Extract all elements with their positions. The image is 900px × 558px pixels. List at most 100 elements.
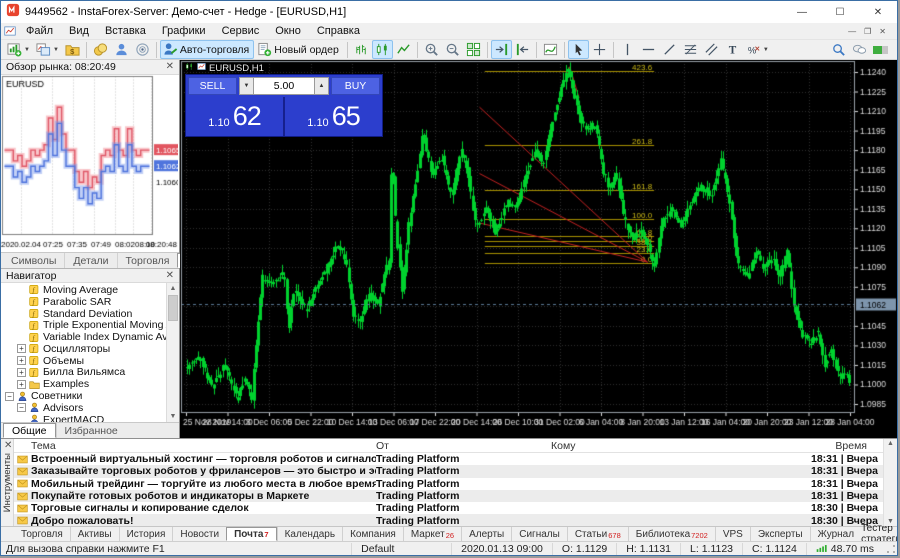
market-watch-tab-1[interactable]: Детали [64, 253, 116, 268]
scroll-up-icon[interactable]: ▲ [884, 440, 897, 447]
equidistant-channel-button[interactable] [701, 40, 722, 59]
navigator-item-1[interactable]: f Parabolic SAR [1, 296, 179, 308]
mdi-close-button[interactable]: ✕ [879, 27, 886, 36]
tree-expander-icon[interactable]: + [17, 356, 26, 366]
mail-column-header-3[interactable]: Время [783, 440, 883, 452]
navigator-scrollbar[interactable]: ▲ ▼ [166, 283, 179, 422]
navigator-item-9[interactable]: − Советники [1, 390, 179, 402]
toolbox-tab-4[interactable]: Почта 7 [226, 527, 277, 541]
navigator-item-0[interactable]: f Moving Average [1, 284, 179, 296]
arrow-objects-button[interactable]: % ▼ [743, 40, 772, 59]
navigator-item-5[interactable]: + f Осцилляторы [1, 343, 179, 355]
toolbox-tab-13[interactable]: Эксперты [749, 527, 810, 541]
navigator-item-10[interactable]: − Advisors [1, 402, 179, 414]
tree-expander-icon[interactable]: + [17, 367, 26, 377]
fibonacci-button[interactable] [680, 40, 701, 59]
toolbox-tab-11[interactable]: Библиотека 7202 [627, 527, 715, 541]
strategy-tester-label[interactable]: Тестер стратегий [861, 523, 897, 545]
resize-grip[interactable] [886, 544, 896, 554]
mail-column-header-0[interactable]: Тема [14, 440, 376, 452]
tree-expander-icon[interactable]: − [17, 403, 26, 413]
mdi-restore-button[interactable]: ❐ [864, 27, 871, 36]
menu-item-4[interactable]: Сервис [214, 24, 268, 38]
text-label-button[interactable]: T [722, 40, 743, 59]
scroll-up-icon[interactable]: ▲ [167, 283, 179, 294]
menu-item-1[interactable]: Вид [61, 24, 97, 38]
bid-price[interactable]: 1.10 62 [186, 97, 283, 136]
ask-price[interactable]: 1.10 65 [285, 97, 382, 136]
zoom-out-button[interactable] [442, 40, 463, 59]
cursor-button[interactable] [567, 40, 589, 59]
signals-button[interactable] [132, 40, 153, 59]
toolbox-tab-5[interactable]: Календарь [276, 527, 342, 541]
navigator-tab-0[interactable]: Общие [3, 423, 56, 438]
sell-button[interactable]: SELL [188, 77, 237, 95]
maximize-button[interactable]: ☐ [821, 1, 859, 23]
mailbox-scrollbar[interactable]: ▲ ▼ [883, 439, 897, 526]
line-chart-button[interactable] [393, 40, 414, 59]
mail-row[interactable]: Торговые сигналы и копирование сделок Tra… [14, 502, 883, 514]
market-watch-button[interactable] [90, 40, 111, 59]
tick-chart[interactable] [1, 75, 178, 252]
navigator-item-11[interactable]: ExpertMACD [1, 414, 179, 422]
volume-input[interactable]: 5.00 [254, 77, 314, 95]
auto-trading-button[interactable]: Авто-торговля [159, 40, 255, 59]
close-icon[interactable]: ✕ [166, 62, 174, 72]
close-button[interactable]: ✕ [859, 1, 897, 23]
toolbox-tab-6[interactable]: Компания [342, 527, 403, 541]
minimize-button[interactable]: — [783, 1, 821, 23]
buy-button[interactable]: BUY [331, 77, 380, 95]
toolbox-tab-0[interactable]: Торговля [14, 527, 70, 541]
toolbox-tab-7[interactable]: Маркет 26 [402, 527, 461, 541]
toolbox-tab-8[interactable]: Алерты [461, 527, 511, 541]
mail-row[interactable]: Заказывайте торговых роботов у фрилансер… [14, 465, 883, 478]
profiles-button[interactable]: ▼ [33, 40, 62, 59]
toolbox-tab-14[interactable]: Журнал [809, 527, 862, 541]
zoom-in-button[interactable] [421, 40, 442, 59]
navigator-item-4[interactable]: fVariable Index Dynamic Average [1, 331, 179, 343]
toolbox-tab-1[interactable]: Активы [69, 527, 119, 541]
status-profile[interactable]: Default [351, 542, 451, 555]
toolbox-tab-3[interactable]: Новости [172, 527, 226, 541]
tree-expander-icon[interactable]: − [5, 391, 14, 401]
mail-row[interactable]: Добро пожаловать! Trading Platform 18:30 |… [14, 514, 883, 526]
close-icon[interactable]: ✕ [4, 441, 12, 451]
trend-line-button[interactable] [659, 40, 680, 59]
mdi-minimize-button[interactable]: — [848, 27, 856, 36]
mail-row[interactable]: Покупайте готовых роботов и индикаторы в… [14, 489, 883, 503]
data-window-button[interactable] [111, 40, 132, 59]
navigator-item-8[interactable]: + Examples [1, 378, 179, 390]
indicators-list-button[interactable] [540, 40, 561, 59]
chart-window-icon[interactable] [4, 25, 16, 37]
candle-chart-button[interactable] [371, 40, 393, 59]
mail-row[interactable]: Мобильный трейдинг — торгуйте из любого … [14, 478, 883, 490]
volume-up-icon[interactable]: ▲ [314, 77, 329, 95]
horizontal-line-button[interactable] [638, 40, 659, 59]
navigator-tab-1[interactable]: Избранное [55, 423, 126, 438]
toolbox-tab-12[interactable]: VPS [714, 527, 750, 541]
shift-end-button[interactable] [490, 40, 512, 59]
close-icon[interactable]: ✕ [166, 270, 174, 281]
tree-expander-icon[interactable]: + [17, 379, 26, 389]
toolbox-tab-9[interactable]: Сигналы [511, 527, 567, 541]
menu-item-2[interactable]: Вставка [97, 24, 154, 38]
market-watch-tab-2[interactable]: Торговля [116, 253, 178, 268]
crosshair-button[interactable] [589, 40, 610, 59]
toolbox-tab-2[interactable]: История [118, 527, 173, 541]
scroll-down-icon[interactable]: ▼ [884, 518, 897, 525]
vertical-line-button[interactable] [617, 40, 638, 59]
new-order-button[interactable]: Новый ордер [254, 40, 344, 59]
chart-area[interactable]: EURUSD,H1 SELL ▼ 5.00 ▲ BUY 1.10 62 1.10… [180, 60, 897, 438]
menu-item-6[interactable]: Справка [309, 24, 368, 38]
mail-column-header-1[interactable]: От [376, 440, 551, 452]
auto-scroll-button[interactable] [512, 40, 533, 59]
menu-item-5[interactable]: Окно [267, 24, 309, 38]
chat-icon[interactable] [852, 42, 867, 57]
market-watch-tab-0[interactable]: Символы [3, 253, 64, 268]
history-data-button[interactable]: $ [62, 40, 83, 59]
menu-item-3[interactable]: Графики [154, 24, 214, 38]
navigator-item-3[interactable]: f Triple Exponential Moving Avera [1, 319, 179, 331]
menu-item-0[interactable]: Файл [18, 24, 61, 38]
scroll-down-icon[interactable]: ▼ [167, 411, 179, 422]
volume-down-icon[interactable]: ▼ [239, 77, 254, 95]
